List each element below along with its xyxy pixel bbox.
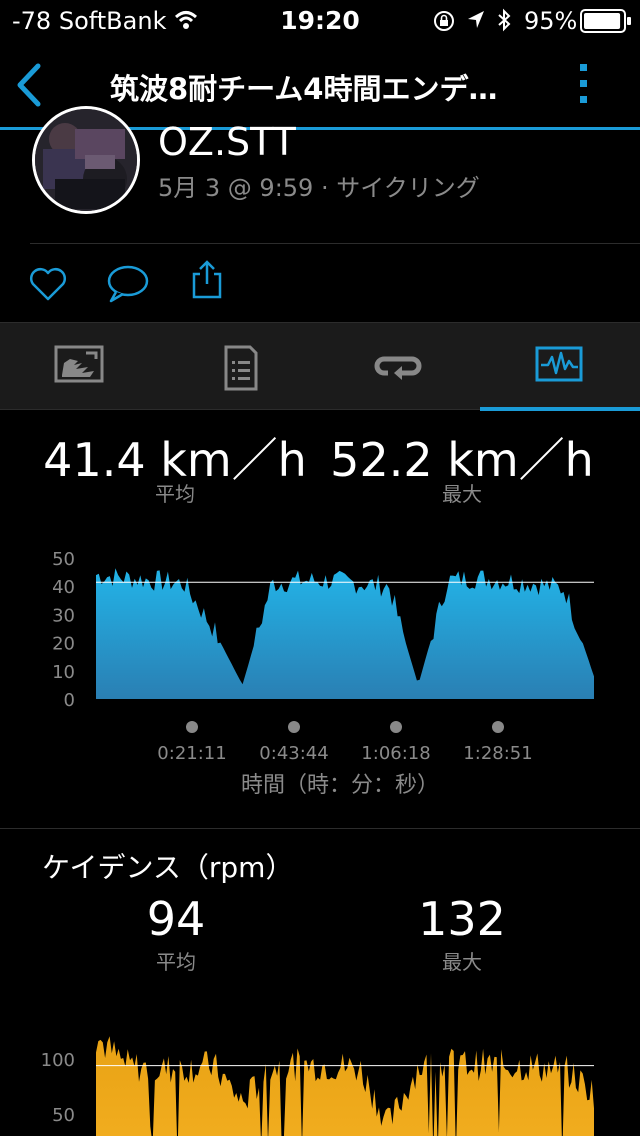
- chart-icon: [535, 346, 583, 382]
- x-tick-label: 1:28:51: [463, 743, 532, 764]
- y-tick-label: 10: [52, 662, 75, 683]
- x-tick-label: 0:21:11: [157, 743, 226, 764]
- more-menu-button[interactable]: [570, 60, 600, 110]
- document-list-icon: [224, 345, 258, 391]
- laps-icon: [374, 356, 422, 380]
- location-icon: [466, 9, 486, 35]
- x-tick-marker: [186, 721, 198, 733]
- y-tick-label: 100: [41, 1050, 75, 1071]
- y-tick-label: 50: [52, 549, 75, 570]
- y-tick-label: 40: [52, 577, 75, 598]
- avg-cadence-value: 94: [146, 892, 206, 946]
- x-tick-marker: [492, 721, 504, 733]
- max-speed-label: 最大: [442, 482, 482, 506]
- y-tick-label: 30: [52, 605, 75, 626]
- max-cadence-label: 最大: [442, 950, 482, 974]
- avg-cadence-label: 平均: [156, 950, 196, 974]
- tab-bar: [0, 322, 640, 411]
- cadence-title: ケイデンス（rpm）: [42, 851, 294, 884]
- comment-icon[interactable]: [106, 264, 150, 308]
- x-tick-marker: [288, 721, 300, 733]
- tab-selected-indicator: [480, 407, 640, 411]
- tab-map[interactable]: [0, 323, 160, 411]
- map-icon: [54, 345, 104, 383]
- more-vertical-icon: [580, 64, 587, 103]
- divider: [30, 243, 640, 244]
- like-heart-icon[interactable]: [28, 266, 68, 306]
- bluetooth-icon: [496, 8, 512, 36]
- avg-speed-label: 平均: [155, 482, 195, 506]
- page-title: 筑波8耐チーム4時間エンデ…: [110, 72, 498, 106]
- cadence-chart[interactable]: 100 50: [0, 1010, 640, 1136]
- share-icon[interactable]: [190, 260, 224, 304]
- speed-area: [96, 568, 594, 699]
- x-tick-marker: [390, 721, 402, 733]
- x-tick-label: 1:06:18: [361, 743, 430, 764]
- activity-subtitle: 5月 3 @ 9:59 · サイクリング: [158, 174, 480, 202]
- tab-details[interactable]: [160, 323, 320, 411]
- y-tick-label: 0: [64, 690, 75, 711]
- cadence-area: [96, 1036, 594, 1136]
- status-bar: -78 SoftBank 19:20 95%: [0, 0, 640, 40]
- battery-percent: 95%: [524, 7, 578, 35]
- tab-charts[interactable]: [480, 323, 640, 411]
- orientation-lock-icon: [432, 9, 456, 37]
- y-tick-label: 20: [52, 634, 75, 655]
- chevron-left-icon: [17, 63, 41, 107]
- battery-icon: [580, 9, 632, 37]
- back-button[interactable]: [10, 60, 50, 110]
- section-divider: [0, 828, 640, 829]
- tab-laps[interactable]: [320, 323, 480, 411]
- x-axis-title: 時間（時：分：秒）: [241, 773, 439, 798]
- y-tick-label: 50: [52, 1105, 75, 1126]
- speed-chart[interactable]: 50 40 30 20 10 0 0:21:11 0:43:44 1:06:18 1:28:51 時…: [0, 540, 640, 810]
- avatar[interactable]: [32, 106, 140, 214]
- x-tick-label: 0:43:44: [259, 743, 328, 764]
- user-name[interactable]: OZ.STT: [158, 116, 296, 156]
- max-cadence-value: 132: [418, 892, 506, 946]
